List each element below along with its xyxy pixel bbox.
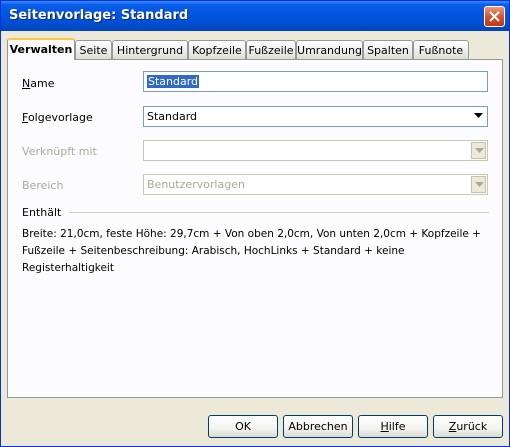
tab-fusszeile[interactable]: Fußzeile (246, 40, 296, 59)
bereich-value: Benutzervorlagen (147, 178, 245, 191)
dialog-window: Seitenvorlage: Standard Verwalten Seite … (0, 0, 510, 447)
cancel-button[interactable]: Abbrechen (283, 415, 353, 438)
tab-verwalten[interactable]: Verwalten (7, 38, 75, 60)
help-button[interactable]: Hilfe (358, 415, 428, 438)
title-bar[interactable]: Seitenvorlage: Standard (1, 1, 509, 31)
name-label: Name (22, 77, 55, 90)
bereich-select[interactable]: Benutzervorlagen (143, 174, 488, 195)
back-button[interactable]: Zurück (433, 415, 503, 438)
name-input[interactable]: Standard (143, 71, 488, 92)
close-button[interactable] (484, 6, 505, 27)
folgevorlage-value: Standard (147, 110, 198, 123)
tab-hintergrund[interactable]: Hintergrund (112, 40, 188, 59)
tab-seite[interactable]: Seite (75, 40, 112, 59)
verknuepft-select[interactable] (143, 140, 488, 161)
chevron-down-icon (475, 182, 484, 187)
ok-button[interactable]: OK (208, 415, 278, 438)
window-title: Seitenvorlage: Standard (9, 8, 189, 23)
tab-fussnote[interactable]: Fußnote (413, 40, 469, 59)
tab-kopfzeile[interactable]: Kopfzeile (188, 40, 246, 59)
tab-umrandung[interactable]: Umrandung (296, 40, 363, 59)
folgevorlage-label: Folgevorlage (22, 111, 93, 124)
contains-description: Breite: 21,0cm, feste Höhe: 29,7cm + Von… (22, 228, 481, 274)
contains-divider (69, 212, 489, 213)
bereich-dropdown-button[interactable] (471, 176, 486, 193)
chevron-down-icon (474, 113, 483, 118)
verknuepft-dropdown-button[interactable] (471, 142, 486, 159)
tab-spalten[interactable]: Spalten (363, 40, 413, 59)
chevron-down-icon (475, 148, 484, 153)
close-icon (489, 11, 500, 22)
contains-heading: Enthält (22, 206, 62, 219)
folgevorlage-select[interactable]: Standard (143, 106, 488, 127)
folgevorlage-dropdown-button[interactable] (471, 108, 486, 125)
bereich-label: Bereich (22, 179, 64, 192)
verknuepft-label: Verknüpft mit (22, 145, 97, 158)
name-value: Standard (147, 75, 200, 88)
